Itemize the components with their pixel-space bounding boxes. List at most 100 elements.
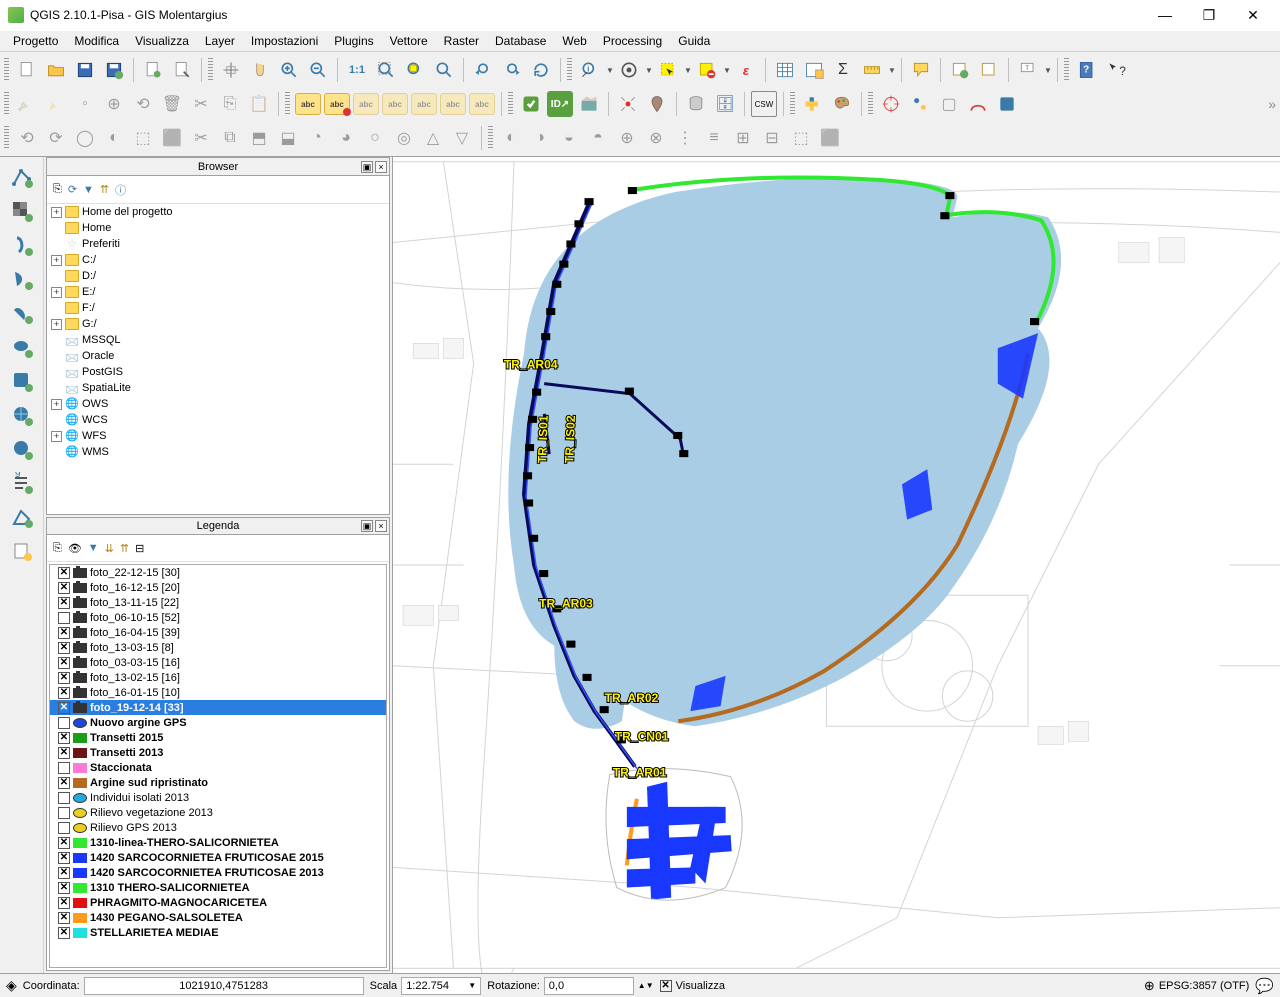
browser-item[interactable]: 🖂PostGIS bbox=[47, 364, 389, 380]
save-project-button[interactable] bbox=[72, 57, 98, 83]
tool-b-button[interactable]: ▢ bbox=[936, 91, 962, 117]
digi-18[interactable]: ◑ bbox=[527, 125, 553, 151]
plugin-db1-button[interactable] bbox=[683, 91, 709, 117]
digi-25[interactable]: ⊞ bbox=[730, 125, 756, 151]
add-wms-button[interactable] bbox=[8, 333, 36, 361]
digi-15[interactable]: △ bbox=[420, 125, 446, 151]
refresh-icon[interactable]: ⟳ bbox=[68, 183, 77, 196]
digi-5[interactable]: ⬚ bbox=[130, 125, 156, 151]
pan-button[interactable] bbox=[218, 57, 244, 83]
layer-row[interactable]: ✕foto_16-12-15 [20] bbox=[50, 580, 386, 595]
zoom-out-button[interactable] bbox=[305, 57, 331, 83]
digi-21[interactable]: ⊕ bbox=[614, 125, 640, 151]
zoom-native-button[interactable]: 1:1 bbox=[344, 57, 370, 83]
layer-row[interactable]: Rilievo GPS 2013 bbox=[50, 820, 386, 835]
plugin-qc-button[interactable] bbox=[518, 91, 544, 117]
print-composer-button[interactable] bbox=[169, 57, 195, 83]
digi-22[interactable]: ⊗ bbox=[643, 125, 669, 151]
select-expr-button[interactable]: ε bbox=[733, 57, 759, 83]
zoom-layer-button[interactable] bbox=[431, 57, 457, 83]
identify-button[interactable]: i bbox=[577, 57, 603, 83]
layer-row[interactable]: ✕foto_13-03-15 [8] bbox=[50, 640, 386, 655]
browser-item[interactable]: 🌐WMS bbox=[47, 444, 389, 460]
plugin-art-button[interactable] bbox=[829, 91, 855, 117]
digi-12[interactable]: ◕ bbox=[333, 125, 359, 151]
digi-17[interactable]: ◐ bbox=[498, 125, 524, 151]
layer-row[interactable]: ✕foto_19-12-14 [33] bbox=[50, 700, 386, 715]
tool-d-button[interactable] bbox=[994, 91, 1020, 117]
digi-16[interactable]: ▽ bbox=[449, 125, 475, 151]
digi-20[interactable]: ◓ bbox=[585, 125, 611, 151]
layer-row[interactable]: ✕1310-linea-THERO-SALICORNIETEA bbox=[50, 835, 386, 850]
new-shapefile-button[interactable] bbox=[8, 537, 36, 565]
label-button-4[interactable]: abc bbox=[382, 93, 408, 115]
tool-a-button[interactable] bbox=[907, 91, 933, 117]
layer-row[interactable]: ✕foto_16-04-15 [39] bbox=[50, 625, 386, 640]
digi-11[interactable]: ◔ bbox=[304, 125, 330, 151]
label-button-7[interactable]: abc bbox=[469, 93, 495, 115]
browser-item[interactable]: +G:/ bbox=[47, 316, 389, 332]
legend-close-button[interactable]: × bbox=[375, 520, 387, 532]
digi-4[interactable]: ◐ bbox=[101, 125, 127, 151]
menu-plugins[interactable]: Plugins bbox=[327, 32, 380, 50]
messages-icon[interactable]: 💬 bbox=[1255, 977, 1274, 995]
plugin-db2-button[interactable]: 🗄 bbox=[712, 91, 738, 117]
menu-web[interactable]: Web bbox=[555, 32, 593, 50]
digi-19[interactable]: ◒ bbox=[556, 125, 582, 151]
menu-progetto[interactable]: Progetto bbox=[6, 32, 65, 50]
props-icon[interactable]: ⓘ bbox=[115, 182, 126, 198]
remove-icon[interactable]: ⊟ bbox=[135, 542, 144, 555]
add-wfs-button[interactable] bbox=[8, 401, 36, 429]
browser-item[interactable]: 🖂SpatiaLite bbox=[47, 380, 389, 396]
digi-1[interactable]: ⟲ bbox=[14, 125, 40, 151]
browser-undock-button[interactable]: ▣ bbox=[361, 161, 373, 173]
pan-selection-button[interactable] bbox=[247, 57, 273, 83]
cut-button[interactable]: ✂ bbox=[188, 91, 214, 117]
plugin-raster-button[interactable] bbox=[576, 91, 602, 117]
digi-10[interactable]: ⬓ bbox=[275, 125, 301, 151]
bookmark-show-button[interactable] bbox=[976, 57, 1002, 83]
add-group-icon[interactable]: ⎘ bbox=[53, 542, 62, 555]
menu-modifica[interactable]: Modifica bbox=[67, 32, 126, 50]
zoom-in-button[interactable] bbox=[276, 57, 302, 83]
maximize-button[interactable]: ❐ bbox=[1194, 7, 1224, 24]
paste-button[interactable]: 📋 bbox=[246, 91, 272, 117]
browser-item[interactable]: +E:/ bbox=[47, 284, 389, 300]
add-csv-button[interactable]: 9 bbox=[8, 469, 36, 497]
layer-row[interactable]: ✕foto_13-11-15 [22] bbox=[50, 595, 386, 610]
plugin-gps-button[interactable] bbox=[615, 91, 641, 117]
open-project-button[interactable] bbox=[43, 57, 69, 83]
select-button[interactable] bbox=[655, 57, 681, 83]
plugin-id-button[interactable]: ID↗ bbox=[547, 91, 573, 117]
save-as-button[interactable] bbox=[101, 57, 127, 83]
browser-item[interactable]: +Home del progetto bbox=[47, 204, 389, 220]
legend-tree[interactable]: ✕foto_22-12-15 [30]✕foto_16-12-15 [20]✕f… bbox=[49, 564, 387, 968]
edit-toggle-button[interactable] bbox=[14, 91, 40, 117]
close-button[interactable]: ✕ bbox=[1238, 7, 1268, 24]
layer-row[interactable]: ✕Transetti 2013 bbox=[50, 745, 386, 760]
layer-row[interactable]: ✕foto_03-03-15 [16] bbox=[50, 655, 386, 670]
collapse-legend-icon[interactable]: ⇈ bbox=[120, 542, 129, 555]
crs-field[interactable]: ⊕ EPSG:3857 (OTF) bbox=[1144, 978, 1249, 994]
coord-capture-button[interactable] bbox=[878, 91, 904, 117]
visibility-icon[interactable]: 👁 bbox=[68, 542, 82, 555]
action-button[interactable] bbox=[616, 57, 642, 83]
layer-row[interactable]: ✕Transetti 2015 bbox=[50, 730, 386, 745]
label-button-1[interactable]: abc bbox=[295, 93, 321, 115]
browser-item[interactable]: +🌐OWS bbox=[47, 396, 389, 412]
map-tips-button[interactable] bbox=[908, 57, 934, 83]
stats-button[interactable]: Σ bbox=[830, 57, 856, 83]
layer-row[interactable]: ✕STELLARIETEA MEDIAE bbox=[50, 925, 386, 940]
digi-28[interactable]: ⬛ bbox=[817, 125, 843, 151]
add-wfs2-button[interactable] bbox=[8, 435, 36, 463]
layer-row[interactable]: ✕Argine sud ripristinato bbox=[50, 775, 386, 790]
digi-26[interactable]: ⊟ bbox=[759, 125, 785, 151]
measure-button[interactable] bbox=[859, 57, 885, 83]
menu-guida[interactable]: Guida bbox=[671, 32, 717, 50]
layer-row[interactable]: Rilievo vegetazione 2013 bbox=[50, 805, 386, 820]
menu-processing[interactable]: Processing bbox=[596, 32, 669, 50]
layer-row[interactable]: Individui isolati 2013 bbox=[50, 790, 386, 805]
layer-row[interactable]: ✕foto_22-12-15 [30] bbox=[50, 565, 386, 580]
browser-close-button[interactable]: × bbox=[375, 161, 387, 173]
help-button[interactable]: ? bbox=[1074, 57, 1100, 83]
